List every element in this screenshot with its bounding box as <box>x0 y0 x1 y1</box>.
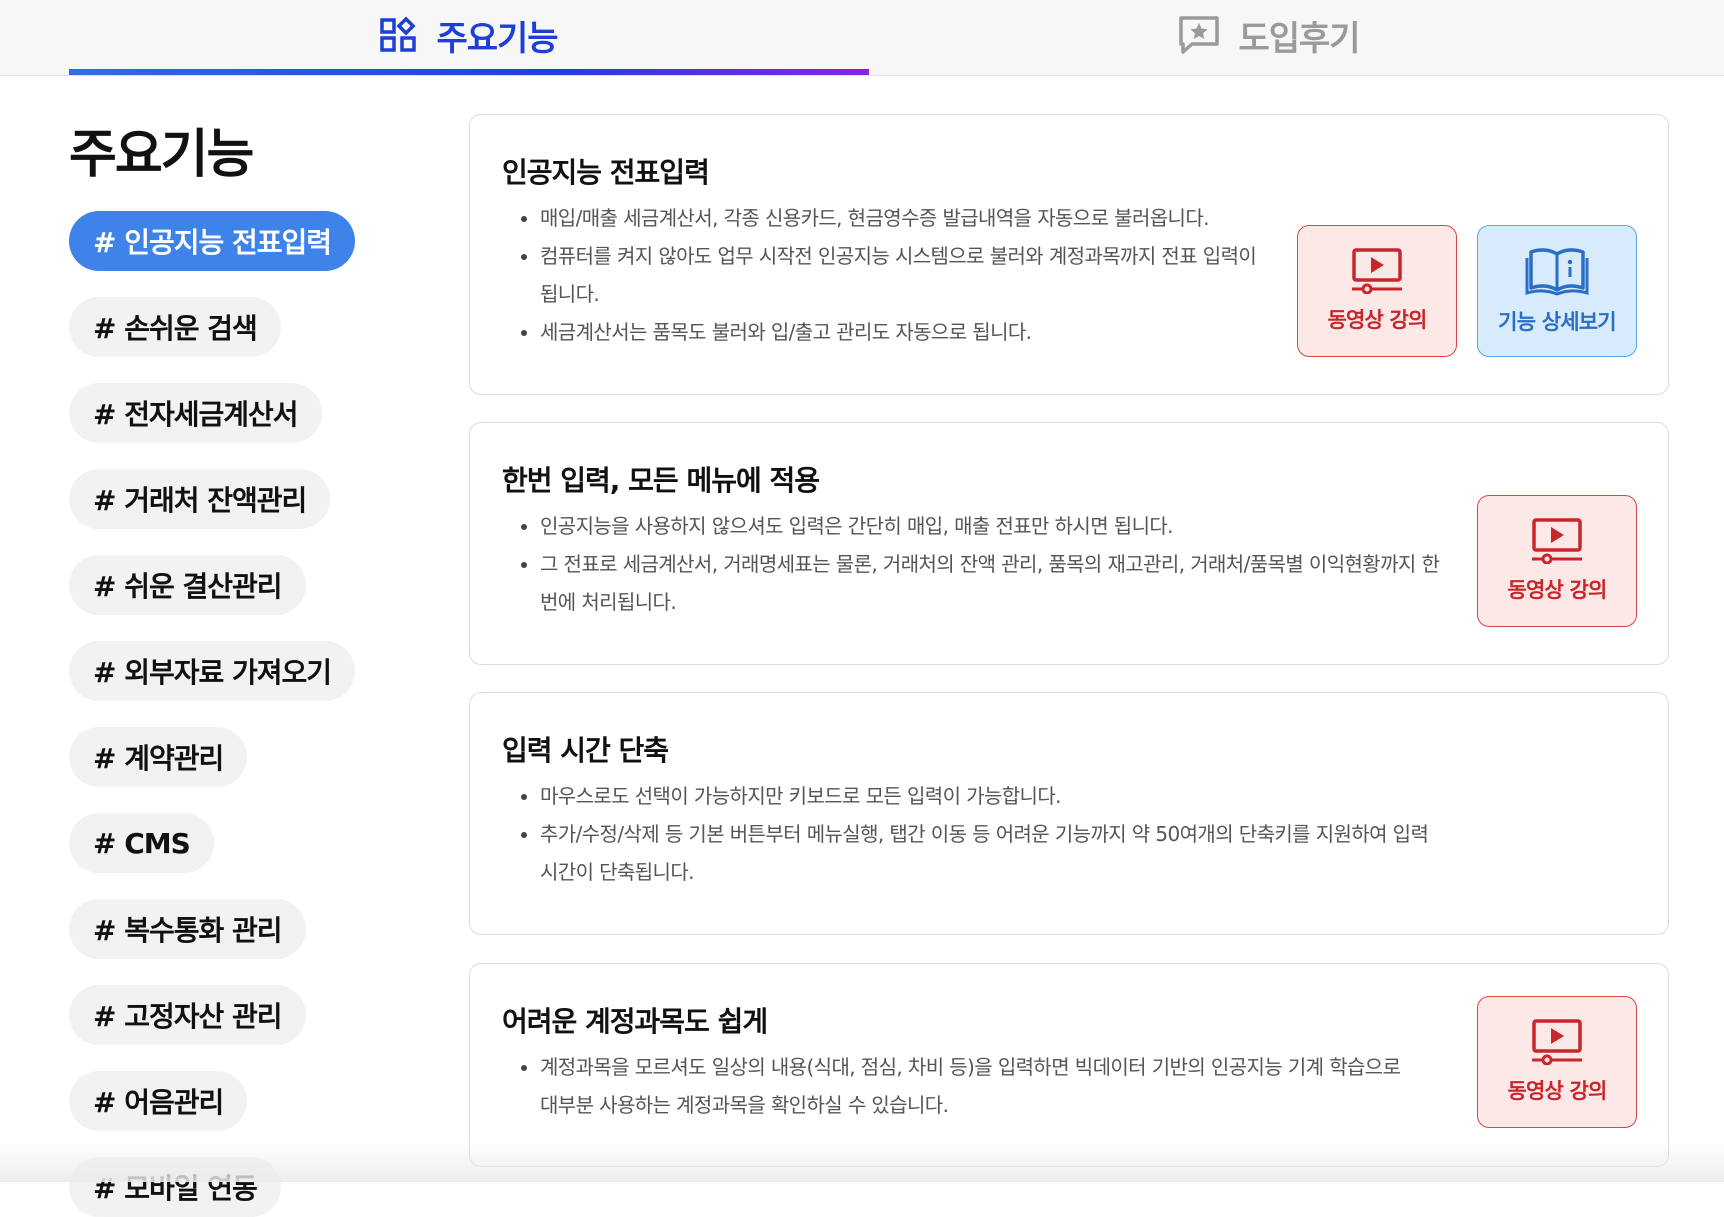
feature-card-easy-accounts: 어려운 계정과목도 쉽게 계정과목을 모르셔도 일상의 내용(식대, 점심, 차… <box>469 963 1669 1167</box>
sidebar-title: 주요기능 <box>69 125 254 185</box>
list-item: 계정과목을 모르셔도 일상의 내용(식대, 점심, 차비 등)을 입력하면 빅데… <box>540 1048 1420 1124</box>
video-lecture-button[interactable]: 동영상 강의 <box>1477 495 1637 627</box>
list-item: 마우스로도 선택이 가능하지만 키보드로 모든 입력이 가능합니다. <box>540 777 1450 815</box>
tab-main-label: 주요기능 <box>436 18 558 59</box>
feature-detail-button[interactable]: 기능 상세보기 <box>1477 225 1637 357</box>
video-lecture-label: 동영상 강의 <box>1507 1079 1607 1103</box>
list-item: 세금계산서는 품목도 불러와 입/출고 관리도 자동으로 됩니다. <box>540 313 1260 351</box>
video-lecture-label: 동영상 강의 <box>1507 578 1607 602</box>
video-lecture-button[interactable]: 동영상 강의 <box>1477 996 1637 1128</box>
feature-card-input-time: 입력 시간 단축 마우스로도 선택이 가능하지만 키보드로 모든 입력이 가능합… <box>469 692 1669 935</box>
video-play-icon <box>1531 518 1583 564</box>
video-lecture-label: 동영상 강의 <box>1327 308 1427 332</box>
tab-main-features[interactable]: 주요기능 <box>69 0 869 70</box>
card-title: 인공지능 전표입력 <box>502 156 710 189</box>
list-item: 인공지능을 사용하지 않으셔도 입력은 간단히 매입, 매출 전표만 하시면 됩… <box>540 507 1440 545</box>
sidebar-item-search[interactable]: # 손쉬운 검색 <box>69 297 281 357</box>
tab-reviews-label: 도입후기 <box>1238 18 1360 59</box>
card-title: 어려운 계정과목도 쉽게 <box>502 1005 768 1038</box>
sidebar-item-mobile[interactable]: # 모바일 연동 <box>69 1157 281 1217</box>
feature-card-single-input: 한번 입력, 모든 메뉴에 적용 인공지능을 사용하지 않으셔도 입력은 간단히… <box>469 422 1669 665</box>
sidebar-item-client-balance[interactable]: # 거래처 잔액관리 <box>69 469 331 529</box>
card-title: 입력 시간 단축 <box>502 734 669 767</box>
list-item: 추가/수정/삭제 등 기본 버튼부터 메뉴실행, 탭간 이동 등 어려운 기능까… <box>540 815 1450 891</box>
sidebar-item-settlement[interactable]: # 쉬운 결산관리 <box>69 555 306 615</box>
feature-detail-label: 기능 상세보기 <box>1498 310 1616 334</box>
video-play-icon <box>1531 1019 1583 1065</box>
sidebar-item-contracts[interactable]: # 계약관리 <box>69 727 248 787</box>
tab-reviews[interactable]: 도입후기 <box>869 0 1669 70</box>
sidebar-item-cms[interactable]: # CMS <box>69 813 214 873</box>
video-lecture-button[interactable]: 동영상 강의 <box>1297 225 1457 357</box>
card-title: 한번 입력, 모든 메뉴에 적용 <box>502 464 820 497</box>
active-tab-indicator <box>69 69 869 75</box>
sidebar-item-e-tax-invoice[interactable]: # 전자세금계산서 <box>69 383 322 443</box>
card-bullets: 마우스로도 선택이 가능하지만 키보드로 모든 입력이 가능합니다. 추가/수정… <box>518 777 1450 891</box>
video-play-icon <box>1351 248 1403 294</box>
grid-icon <box>380 16 418 54</box>
star-comment-icon <box>1178 15 1220 55</box>
card-bullets: 계정과목을 모르셔도 일상의 내용(식대, 점심, 차비 등)을 입력하면 빅데… <box>518 1048 1420 1124</box>
sidebar-item-bills[interactable]: # 어음관리 <box>69 1071 248 1131</box>
card-bullets: 인공지능을 사용하지 않으셔도 입력은 간단히 매입, 매출 전표만 하시면 됩… <box>518 507 1440 621</box>
sidebar-item-fixed-assets[interactable]: # 고정자산 관리 <box>69 985 306 1045</box>
sidebar-item-ai-voucher[interactable]: # 인공지능 전표입력 <box>69 211 356 271</box>
list-item: 그 전표로 세금계산서, 거래명세표는 물론, 거래처의 잔액 관리, 품목의 … <box>540 545 1440 621</box>
top-tab-bar: 주요기능 도입후기 <box>0 0 1724 76</box>
sidebar-item-import-data[interactable]: # 외부자료 가져오기 <box>69 641 356 701</box>
list-item: 매입/매출 세금계산서, 각종 신용카드, 현금영수증 발급내역을 자동으로 불… <box>540 199 1260 237</box>
card-bullets: 매입/매출 세금계산서, 각종 신용카드, 현금영수증 발급내역을 자동으로 불… <box>518 199 1260 351</box>
book-info-icon <box>1525 246 1589 296</box>
sidebar-item-multi-currency[interactable]: # 복수통화 관리 <box>69 899 306 959</box>
list-item: 컴퓨터를 켜지 않아도 업무 시작전 인공지능 시스템으로 불러와 계정과목까지… <box>540 237 1260 313</box>
feature-card-ai-voucher: 인공지능 전표입력 매입/매출 세금계산서, 각종 신용카드, 현금영수증 발급… <box>469 114 1669 395</box>
